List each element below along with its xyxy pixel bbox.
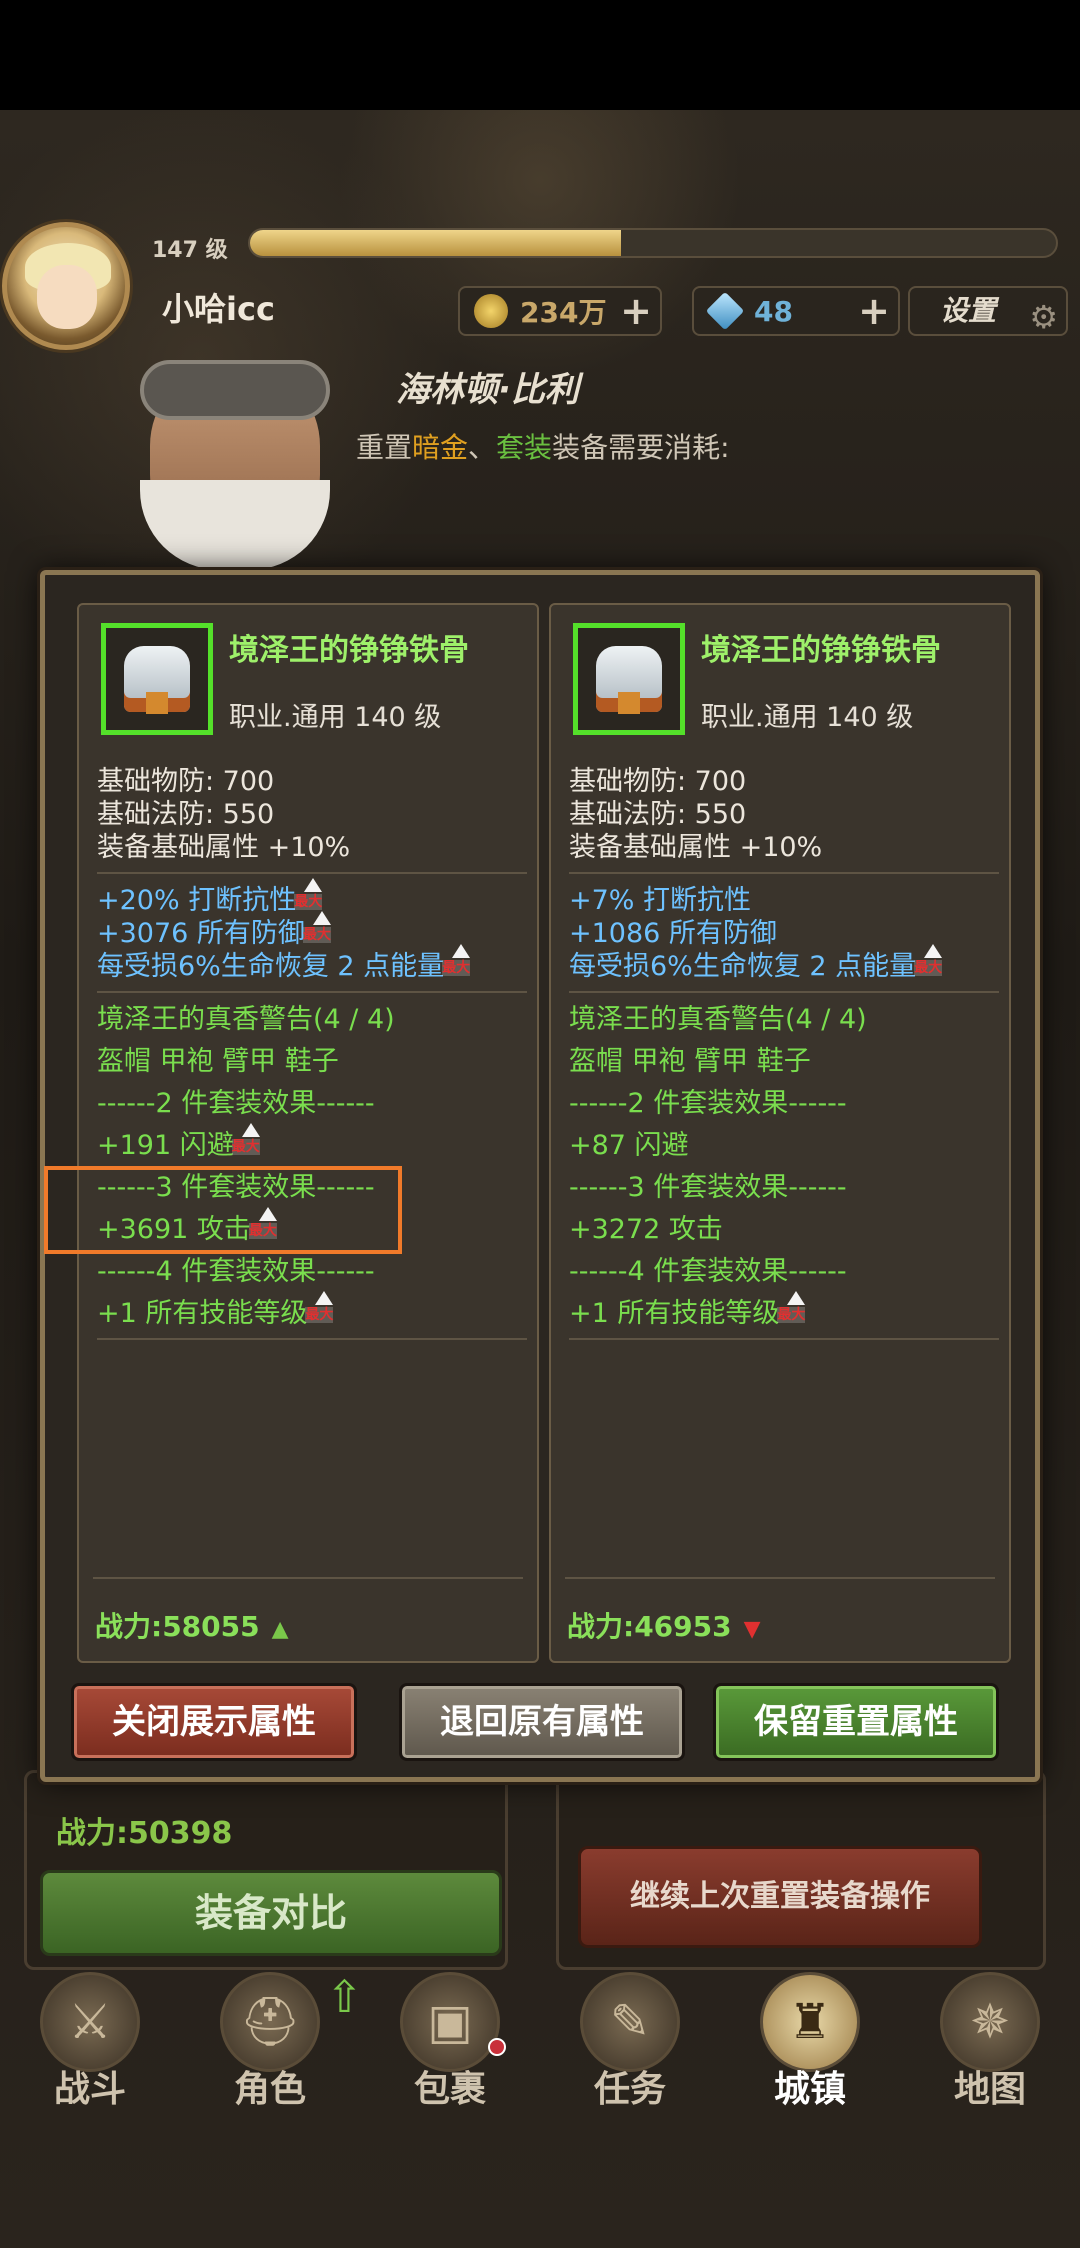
divider	[97, 1338, 527, 1340]
item-class-level: 职业.通用 140 级	[701, 702, 914, 733]
reset-item-card: 境泽王的铮铮铁骨 职业.通用 140 级 基础物防: 700 基础法防: 550…	[549, 603, 1011, 1663]
add-gem-button[interactable]: +	[856, 292, 892, 330]
map-icon: ✵	[940, 1972, 1040, 2072]
upgrade-arrow-icon: ⇧	[326, 1972, 363, 2023]
set-effect: +1 所有技能等级 最大	[97, 1291, 527, 1330]
set-parts: 盔帽 甲袍 臂甲 鞋子	[97, 1046, 339, 1077]
nav-map[interactable]: ✵ 地图	[910, 1962, 1070, 2112]
set-header: ------4 件套装效果------	[97, 1256, 375, 1287]
player-avatar[interactable]	[2, 222, 130, 350]
power-down-icon: ▼	[743, 1617, 761, 1642]
max-badge-icon: 最大	[442, 944, 474, 978]
player-level: 147 级	[152, 238, 228, 263]
divider	[569, 1338, 999, 1340]
max-badge-icon: 最大	[914, 944, 946, 978]
random-stat: +7% 打断抗性	[569, 885, 752, 916]
set-effect: +1 所有技能等级 最大	[569, 1291, 999, 1330]
divider	[569, 872, 999, 874]
npc-name: 海林顿·比利	[396, 370, 579, 410]
revert-attributes-button[interactable]: 退回原有属性	[399, 1683, 685, 1761]
nav-battle[interactable]: ⚔ 战斗	[10, 1962, 170, 2112]
base-stat: 基础法防: 550	[97, 799, 275, 830]
gem-counter: 48 +	[692, 286, 900, 336]
continue-reset-button[interactable]: 继续上次重置装备操作	[578, 1846, 982, 1948]
divider	[565, 1577, 995, 1579]
set-effect: +3272 攻击	[569, 1214, 723, 1245]
nav-quest[interactable]: ✎ 任务	[550, 1962, 710, 2112]
set-header: ------2 件套装效果------	[97, 1088, 375, 1119]
divider	[97, 991, 527, 993]
helmet-icon: ⛑	[220, 1972, 320, 2072]
item-stats: 基础物防: 700 基础法防: 550 装备基础属性 +10% +20% 打断抗…	[97, 765, 527, 1350]
settings-button[interactable]: 设置 ⚙	[908, 286, 1068, 336]
power-up-icon: ▲	[271, 1617, 289, 1642]
nav-bag[interactable]: ▣ 包裹	[370, 1962, 530, 2112]
set-name: 境泽王的真香警告(4 / 4)	[569, 1004, 867, 1035]
background-power: 战力:50398	[56, 1816, 233, 1851]
gold-amount: 234万	[520, 296, 607, 329]
random-stat: 每受损6%生命恢复 2 点能量 最大	[97, 944, 527, 983]
set-header: ------4 件套装效果------	[569, 1256, 847, 1287]
close-display-button[interactable]: 关闭展示属性	[71, 1683, 357, 1761]
original-item-card: 境泽王的铮铮铁骨 职业.通用 140 级 基础物防: 700 基础法防: 550…	[77, 603, 539, 1663]
item-stats: 基础物防: 700 基础法防: 550 装备基础属性 +10% +7% 打断抗性…	[569, 765, 999, 1350]
set-header: ------3 件套装效果------	[569, 1172, 847, 1203]
keep-reset-button[interactable]: 保留重置属性	[713, 1683, 999, 1761]
power-score: 战力:58055 ▲	[95, 1610, 289, 1643]
item-title: 境泽王的铮铮铁骨	[701, 633, 941, 668]
max-badge-icon: 最大	[305, 1291, 337, 1325]
base-stat: 基础法防: 550	[569, 799, 747, 830]
gem-amount: 48	[754, 294, 793, 328]
player-name: 小哈icc	[162, 290, 275, 328]
bottom-navigation: ⚔ 战斗 ⛑ 角色 ▣ 包裹 ✎ 任务 ♜ 城镇 ✵ 地图	[0, 1962, 1080, 2122]
armor-icon	[596, 646, 662, 714]
max-badge-icon: 最大	[294, 878, 326, 912]
set-effect: +191 闪避 最大	[97, 1123, 527, 1162]
item-icon[interactable]	[101, 623, 213, 735]
gold-counter: 234万 +	[458, 286, 662, 336]
divider	[97, 872, 527, 874]
nav-town[interactable]: ♜ 城镇	[730, 1962, 890, 2112]
highlight-box	[44, 1166, 402, 1254]
item-class-level: 职业.通用 140 级	[229, 702, 442, 733]
power-score: 战力:46953 ▼	[567, 1610, 761, 1643]
max-badge-icon: 最大	[777, 1291, 809, 1325]
item-title: 境泽王的铮铮铁骨	[229, 633, 469, 668]
divider	[93, 1577, 523, 1579]
diamond-icon	[705, 291, 745, 331]
settings-label: 设置	[940, 294, 997, 327]
base-stat: 基础物防: 700	[97, 766, 275, 797]
npc-dialogue: 重置暗金、套装装备需要消耗:	[356, 431, 730, 464]
swords-icon: ⚔	[40, 1972, 140, 2072]
castle-icon: ♜	[760, 1972, 860, 2072]
set-effect: +87 闪避	[569, 1130, 689, 1161]
add-gold-button[interactable]: +	[618, 292, 654, 330]
set-name: 境泽王的真香警告(4 / 4)	[97, 1004, 395, 1035]
random-stat: 每受损6%生命恢复 2 点能量 最大	[569, 944, 999, 983]
base-stat: 装备基础属性 +10%	[97, 832, 351, 863]
scroll-icon: ✎	[580, 1972, 680, 2072]
set-parts: 盔帽 甲袍 臂甲 鞋子	[569, 1046, 811, 1077]
xp-bar	[248, 228, 1058, 258]
item-icon[interactable]	[573, 623, 685, 735]
armor-icon	[124, 646, 190, 714]
equipment-compare-button[interactable]: 装备对比	[40, 1870, 502, 1956]
max-badge-icon: 最大	[302, 911, 335, 945]
base-stat: 基础物防: 700	[569, 766, 747, 797]
game-screen: 147 级 小哈icc 234万 + 48 + 设置 ⚙ 海林顿·比利 重置暗金…	[0, 0, 1080, 2248]
gear-icon: ⚙	[1029, 298, 1058, 336]
coin-icon	[474, 294, 508, 328]
divider	[569, 991, 999, 993]
bag-icon: ▣	[400, 1972, 500, 2072]
max-badge-icon: 最大	[231, 1123, 264, 1157]
set-header: ------2 件套装效果------	[569, 1088, 847, 1119]
base-stat: 装备基础属性 +10%	[569, 832, 823, 863]
notification-dot	[488, 2038, 506, 2056]
